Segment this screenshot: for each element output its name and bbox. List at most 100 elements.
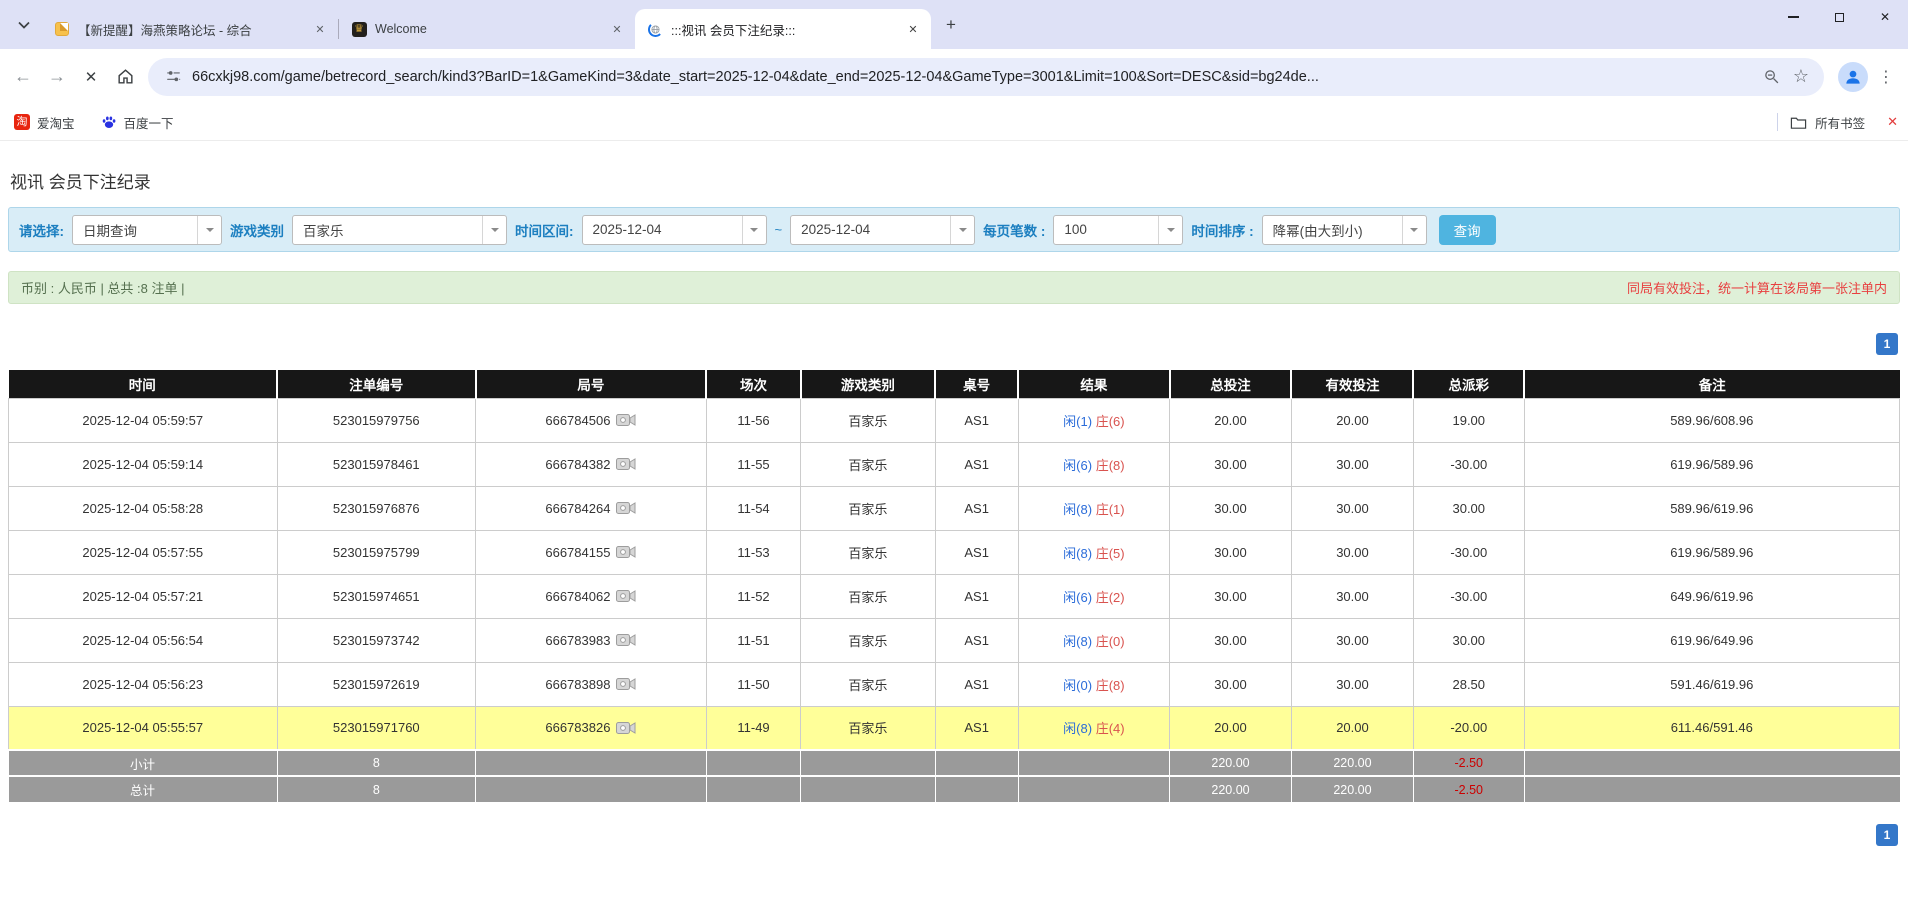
result-banker: 庄(6) bbox=[1095, 413, 1125, 429]
chevron-down-icon[interactable] bbox=[197, 215, 221, 244]
bet-id-cell: 523015973742 bbox=[276, 617, 477, 663]
bookmark-baidu[interactable]: 百度一下 bbox=[101, 113, 174, 132]
profile-avatar[interactable] bbox=[1838, 61, 1868, 92]
round-cell: 666784264 bbox=[475, 485, 707, 531]
tab-forum[interactable]: 【新提醒】海燕策略论坛 - 综合 ✕ bbox=[42, 9, 338, 49]
game-category-select[interactable]: 百家乐 bbox=[292, 214, 507, 245]
close-icon[interactable]: ✕ bbox=[905, 21, 921, 37]
total-bet-link[interactable]: 30.00 bbox=[1169, 529, 1292, 575]
total-bet-link[interactable]: 30.00 bbox=[1169, 617, 1292, 663]
result-player: 闲(8) bbox=[1063, 501, 1093, 517]
minimize-button[interactable] bbox=[1770, 0, 1816, 34]
baidu-paw-icon bbox=[101, 114, 117, 130]
forward-icon[interactable]: → bbox=[40, 60, 74, 94]
summary-cell: 220.00 bbox=[1291, 749, 1414, 776]
table-no-cell: AS1 bbox=[934, 441, 1019, 487]
maximize-button[interactable] bbox=[1816, 0, 1862, 34]
back-icon[interactable]: ← bbox=[6, 60, 40, 94]
close-icon[interactable]: ✕ bbox=[1887, 114, 1898, 130]
round-number: 666784155 bbox=[545, 544, 611, 560]
summary-cell bbox=[1524, 749, 1900, 776]
page-1-button[interactable]: 1 bbox=[1876, 824, 1898, 846]
url-text[interactable]: 66cxkj98.com/game/betrecord_search/kind3… bbox=[192, 69, 1754, 85]
zoom-icon[interactable] bbox=[1758, 64, 1784, 90]
round-cell: 666784155 bbox=[475, 529, 707, 575]
page-content: 视讯 会员下注纪录 请选择: 日期查询 游戏类别 百家乐 时间区间: 2025-… bbox=[0, 168, 1908, 846]
table-row: 2025-12-04 05:59:14 523015978461 666784382… bbox=[8, 441, 1901, 487]
stop-loading-icon[interactable]: ✕ bbox=[74, 60, 108, 94]
total-bet-link[interactable]: 20.00 bbox=[1169, 397, 1292, 443]
bookmark-aitaobao[interactable]: 淘 爱淘宝 bbox=[14, 113, 75, 132]
close-icon[interactable]: ✕ bbox=[312, 21, 328, 37]
tab-bet-records[interactable]: :::视讯 会员下注纪录::: ✕ bbox=[635, 9, 931, 49]
site-settings-icon[interactable] bbox=[160, 64, 186, 90]
total-bet-link[interactable]: 30.00 bbox=[1169, 441, 1292, 487]
dark-emblem-icon: ♛ bbox=[351, 21, 367, 37]
table-no-cell: AS1 bbox=[934, 661, 1019, 707]
query-type-select[interactable]: 日期查询 bbox=[72, 214, 222, 245]
tab-welcome[interactable]: ♛ Welcome ✕ bbox=[339, 9, 635, 49]
video-replay-icon[interactable] bbox=[616, 589, 636, 603]
chevron-down-icon[interactable] bbox=[950, 215, 974, 244]
all-bookmarks-label[interactable]: 所有书签 bbox=[1815, 113, 1865, 132]
page-size-select[interactable]: 100 bbox=[1053, 214, 1184, 245]
divider bbox=[1777, 113, 1779, 131]
result-cell: 闲(0) 庄(8) bbox=[1017, 661, 1171, 707]
search-button[interactable]: 查询 bbox=[1438, 214, 1496, 245]
new-tab-button[interactable]: + bbox=[937, 11, 965, 39]
video-replay-icon[interactable] bbox=[616, 457, 636, 471]
round-number: 666784264 bbox=[545, 500, 611, 516]
total-bet-link[interactable]: 30.00 bbox=[1169, 573, 1292, 619]
summary-cell: -2.50 bbox=[1413, 775, 1525, 802]
close-icon[interactable]: ✕ bbox=[609, 21, 625, 37]
video-replay-icon[interactable] bbox=[616, 545, 636, 559]
summary-cell: 220.00 bbox=[1291, 775, 1414, 802]
session-cell: 11-56 bbox=[705, 397, 802, 443]
range-separator: ~ bbox=[774, 222, 783, 237]
valid-bet-cell: 20.00 bbox=[1290, 705, 1414, 751]
note-text: 同局有效投注，统一计算在该局第一张注单内 bbox=[1626, 281, 1887, 296]
menu-kebab-icon[interactable]: ⋮ bbox=[1874, 62, 1898, 92]
url-bar[interactable]: 66cxkj98.com/game/betrecord_search/kind3… bbox=[148, 57, 1824, 96]
table-row: 2025-12-04 05:56:54 523015973742 666783983… bbox=[8, 617, 1901, 663]
page-1-button[interactable]: 1 bbox=[1876, 333, 1898, 355]
date-end-select[interactable]: 2025-12-04 bbox=[790, 214, 976, 245]
valid-bet-cell: 30.00 bbox=[1290, 485, 1414, 531]
total-bet-link[interactable]: 20.00 bbox=[1169, 705, 1292, 751]
result-banker: 庄(5) bbox=[1095, 545, 1125, 561]
bookmark-star-icon[interactable]: ☆ bbox=[1788, 64, 1814, 90]
chevron-down-icon[interactable] bbox=[482, 215, 506, 244]
total-bet-link[interactable]: 30.00 bbox=[1169, 661, 1292, 707]
date-start-select[interactable]: 2025-12-04 bbox=[581, 214, 767, 245]
video-replay-icon[interactable] bbox=[616, 677, 636, 691]
total-bet-link[interactable]: 30.00 bbox=[1169, 485, 1292, 531]
video-replay-icon[interactable] bbox=[616, 501, 636, 515]
chevron-down-icon[interactable] bbox=[1401, 215, 1426, 244]
bookmarks-bar: 淘 爱淘宝 百度一下 所有书签 ✕ bbox=[0, 104, 1908, 141]
records-table: 时间 注单编号 局号 场次 游戏类别 桌号 结果 总投注 有效投注 总派彩 备注 2025-12-0… bbox=[8, 370, 1901, 802]
video-replay-icon[interactable] bbox=[616, 413, 636, 427]
tab-title: :::视讯 会员下注纪录::: bbox=[671, 23, 796, 38]
summary-cell bbox=[1018, 749, 1171, 776]
table-header-row: 时间 注单编号 局号 场次 游戏类别 桌号 结果 总投注 有效投注 总派彩 备注 bbox=[8, 370, 1900, 398]
tab-search-chevron-icon[interactable] bbox=[10, 11, 38, 39]
payout-cell: -30.00 bbox=[1412, 441, 1525, 487]
video-replay-icon[interactable] bbox=[616, 721, 636, 735]
chevron-down-icon[interactable] bbox=[1158, 215, 1182, 244]
video-replay-icon[interactable] bbox=[616, 633, 636, 647]
summary-cell: 220.00 bbox=[1169, 749, 1292, 776]
bookmark-label: 百度一下 bbox=[123, 116, 174, 131]
round-cell: 666783983 bbox=[475, 617, 707, 663]
bet-id-cell: 523015976876 bbox=[276, 485, 477, 531]
pagination-top: 1 bbox=[8, 333, 1898, 355]
home-icon[interactable] bbox=[108, 60, 142, 94]
sort-select[interactable]: 降幂(由大到小) bbox=[1261, 214, 1427, 245]
tab-title: Welcome bbox=[375, 22, 427, 36]
pagination-bottom: 1 bbox=[8, 824, 1898, 846]
summary-row: 总计 8 220.00 220.00 -2.50 bbox=[8, 775, 1900, 802]
tab-title: 【新提醒】海燕策略论坛 - 综合 bbox=[78, 23, 252, 38]
window-close-button[interactable]: ✕ bbox=[1862, 0, 1908, 34]
column-header: 时间 bbox=[8, 370, 279, 398]
chevron-down-icon[interactable] bbox=[741, 215, 766, 244]
bet-id-cell: 523015978461 bbox=[276, 441, 477, 487]
